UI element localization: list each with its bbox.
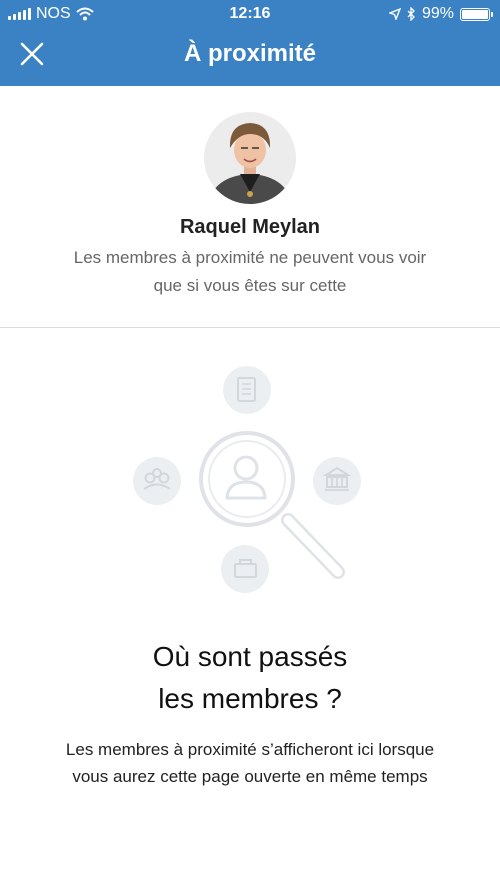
profile-description: Les membres à proximité ne peuvent vous … [73, 248, 427, 295]
briefcase-icon [221, 545, 269, 593]
profile-photo [204, 112, 296, 204]
empty-state-title-line2: les membres ? [158, 683, 342, 714]
empty-state-description: Les membres à proximité s’afficheront ic… [65, 740, 435, 786]
avatar[interactable] [204, 112, 296, 204]
location-arrow-icon [388, 8, 401, 20]
battery-fill [462, 9, 488, 19]
status-bar: NOS 12:16 99% [0, 0, 500, 28]
community-icon [133, 457, 181, 505]
battery-percent: 99% [421, 5, 454, 22]
institution-icon [313, 457, 361, 505]
status-right: 99% [388, 5, 493, 23]
document-icon [223, 366, 271, 414]
app-header: NOS 12:16 99% À proximité [0, 0, 500, 86]
empty-state-illustration [0, 328, 500, 618]
bluetooth-icon [407, 7, 415, 21]
profile-name: Raquel Meylan [179, 216, 321, 238]
battery-icon [460, 7, 493, 21]
empty-state-title-line1: Où sont passés [152, 641, 348, 672]
profile-section: Raquel Meylan Les membres à proximité ne… [0, 86, 500, 327]
page-title: À proximité [183, 40, 317, 67]
empty-state-title: Où sont passés les membres ? [0, 636, 500, 720]
magnifier-person-icon [199, 431, 345, 579]
